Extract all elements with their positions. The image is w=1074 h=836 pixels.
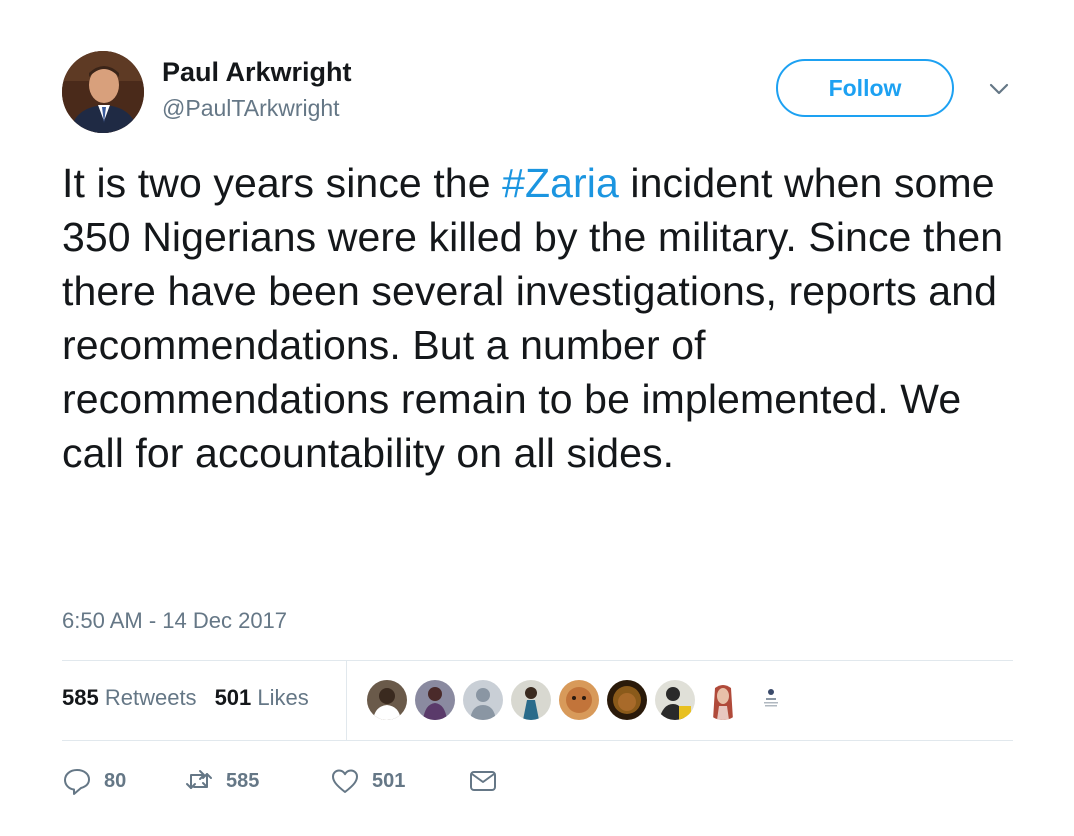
author-avatar[interactable] — [62, 51, 144, 133]
retweets-count: 585 — [62, 685, 99, 710]
engagement-stats: 585 Retweets 501 Likes — [62, 685, 309, 711]
liker-avatar[interactable] — [511, 680, 551, 720]
tweet-text-start: It is two years since the — [62, 160, 503, 206]
retweet-button[interactable]: 585 — [184, 766, 330, 796]
retweets-stat[interactable]: 585 Retweets — [62, 685, 197, 711]
tweet-actions: 80 585 501 — [62, 764, 498, 798]
reply-button[interactable]: 80 — [62, 766, 184, 796]
liker-avatar[interactable] — [751, 680, 791, 720]
liker-avatar[interactable] — [607, 680, 647, 720]
follow-button[interactable]: Follow — [776, 59, 954, 117]
liker-avatar[interactable] — [463, 680, 503, 720]
liker-avatar[interactable] — [415, 680, 455, 720]
tweet-text: It is two years since the #Zaria inciden… — [62, 156, 1022, 480]
chevron-down-icon[interactable] — [984, 78, 1014, 100]
reply-icon — [64, 769, 90, 795]
retweet-count: 585 — [226, 769, 260, 792]
liker-avatar[interactable] — [655, 680, 695, 720]
likes-label: Likes — [257, 685, 309, 710]
like-count: 501 — [372, 769, 406, 792]
likes-count: 501 — [214, 685, 252, 710]
liker-avatars — [367, 680, 791, 720]
envelope-icon — [470, 771, 496, 791]
avatar-image — [62, 51, 144, 133]
like-button[interactable]: 501 — [330, 766, 468, 796]
liker-avatar[interactable] — [559, 680, 599, 720]
tweet-timestamp[interactable]: 6:50 AM - 14 Dec 2017 — [62, 608, 287, 634]
stats-divider — [346, 661, 347, 740]
author-handle[interactable]: @PaulTArkwright — [162, 95, 340, 122]
message-button[interactable] — [468, 766, 498, 796]
tweet-text-end: incident when some 350 Nigerians were ki… — [62, 160, 1004, 476]
reply-count: 80 — [104, 769, 127, 792]
divider — [62, 660, 1013, 661]
retweet-icon — [186, 770, 212, 789]
likes-stat[interactable]: 501 Likes — [215, 685, 309, 711]
liker-avatar[interactable] — [703, 680, 743, 720]
hashtag-link[interactable]: #Zaria — [502, 160, 619, 206]
retweets-label: Retweets — [104, 685, 197, 710]
divider — [62, 740, 1013, 741]
liker-avatar[interactable] — [367, 680, 407, 720]
author-name[interactable]: Paul Arkwright — [162, 57, 352, 88]
heart-icon — [332, 769, 358, 793]
